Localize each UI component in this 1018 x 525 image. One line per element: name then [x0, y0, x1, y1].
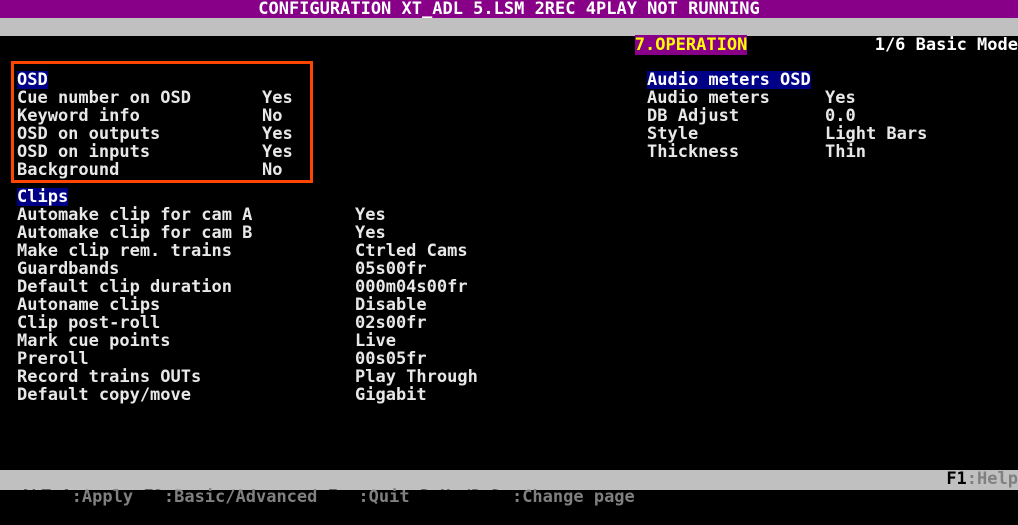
preroll-label: Preroll — [17, 349, 89, 369]
osd-on-inputs-value[interactable]: Yes — [262, 143, 293, 161]
osd-on-outputs-value[interactable]: Yes — [262, 125, 293, 143]
default-copy-move-value[interactable]: Gigabit — [355, 386, 427, 404]
db-adjust-value[interactable]: 0.0 — [825, 107, 856, 125]
guardbands-value[interactable]: 05s00fr — [355, 260, 427, 278]
help-hotkey[interactable]: F1:Help — [946, 470, 1018, 488]
automake-cam-a-label: Automake clip for cam A — [17, 205, 253, 225]
tab-gpi[interactable]: 6.GPI — [573, 35, 624, 55]
quit-hotkey[interactable]: Esc:Quit — [328, 487, 410, 507]
mark-cue-points-label: Mark cue points — [17, 331, 171, 351]
audio-meters-label: Audio meters — [647, 88, 770, 108]
apply-hotkey[interactable]: ALT+A:Apply — [20, 487, 133, 507]
change-page-hotkey[interactable]: PgUp/PgDn:Change page — [420, 487, 635, 507]
clips-section-header: Clips — [17, 187, 69, 207]
autoname-clips-value[interactable]: Disable — [355, 296, 427, 314]
record-trains-outs-value[interactable]: Play Through — [355, 368, 478, 386]
automake-cam-a-value[interactable]: Yes — [355, 206, 386, 224]
clip-post-roll-label: Clip post-roll — [17, 313, 161, 333]
osd-cue-number-value[interactable]: Yes — [262, 89, 293, 107]
style-value[interactable]: Light Bars — [825, 125, 927, 143]
default-copy-move-label: Default copy/move — [17, 385, 191, 405]
thickness-value[interactable]: Thin — [825, 143, 866, 161]
record-trains-outs-label: Record trains OUTs — [17, 367, 202, 387]
audio-section-header: Audio meters OSD — [647, 70, 811, 90]
autoname-clips-label: Autoname clips — [17, 295, 161, 315]
default-clip-duration-label: Default clip duration — [17, 277, 232, 297]
osd-keyword-info-value[interactable]: No — [262, 107, 282, 125]
tab-protocol[interactable]: 5.PROTOCOL — [461, 35, 563, 55]
osd-on-outputs-label: OSD on outputs — [17, 124, 161, 144]
osd-section-header: OSD — [17, 70, 48, 90]
tab-network[interactable]: 3.NETWORK — [225, 35, 317, 55]
make-clip-rem-trains-value[interactable]: Ctrled Cams — [355, 242, 468, 260]
status-bar: ALT+A:Apply F3:Basic/Advanced Esc:Quit P… — [0, 470, 1018, 506]
osd-cue-number-label: Cue number on OSD — [17, 88, 191, 108]
clip-post-roll-value[interactable]: 02s00fr — [355, 314, 427, 332]
db-adjust-label: DB Adjust — [647, 106, 740, 126]
osd-keyword-info-label: Keyword info — [17, 106, 140, 126]
tab-server[interactable]: 1.SERVER — [20, 35, 102, 55]
automake-cam-b-value[interactable]: Yes — [355, 224, 386, 242]
tab-operation[interactable]: 7.OPERATION — [634, 35, 748, 55]
window-title: CONFIGURATION XT_ADL 5.LSM 2REC 4PLAY NO… — [258, 0, 760, 19]
automake-cam-b-label: Automake clip for cam B — [17, 223, 253, 243]
guardbands-label: Guardbands — [17, 259, 120, 279]
tab-monitoring[interactable]: 4.MONITORING — [328, 35, 451, 55]
title-bar: CONFIGURATION XT_ADL 5.LSM 2REC 4PLAY NO… — [0, 0, 1018, 18]
basic-advanced-hotkey[interactable]: F3:Basic/Advanced — [143, 487, 317, 507]
page-indicator: 1/6 Basic Mode — [874, 35, 1018, 55]
osd-background-label: Background — [17, 160, 120, 180]
make-clip-rem-trains-label: Make clip rem. trains — [17, 241, 232, 261]
audio-meters-value[interactable]: Yes — [825, 89, 856, 107]
style-label: Style — [647, 124, 699, 144]
mark-cue-points-value[interactable]: Live — [355, 332, 396, 350]
tab-channels[interactable]: 2.CHANNELS — [113, 35, 215, 55]
menu-bar: 1.SERVER 2.CHANNELS 3.NETWORK 4.MONITORI… — [0, 18, 1018, 55]
thickness-label: Thickness — [647, 142, 740, 162]
default-clip-duration-value[interactable]: 000m04s00fr — [355, 278, 468, 296]
osd-background-value[interactable]: No — [262, 161, 282, 179]
osd-on-inputs-label: OSD on inputs — [17, 142, 151, 162]
preroll-value[interactable]: 00s05fr — [355, 350, 427, 368]
